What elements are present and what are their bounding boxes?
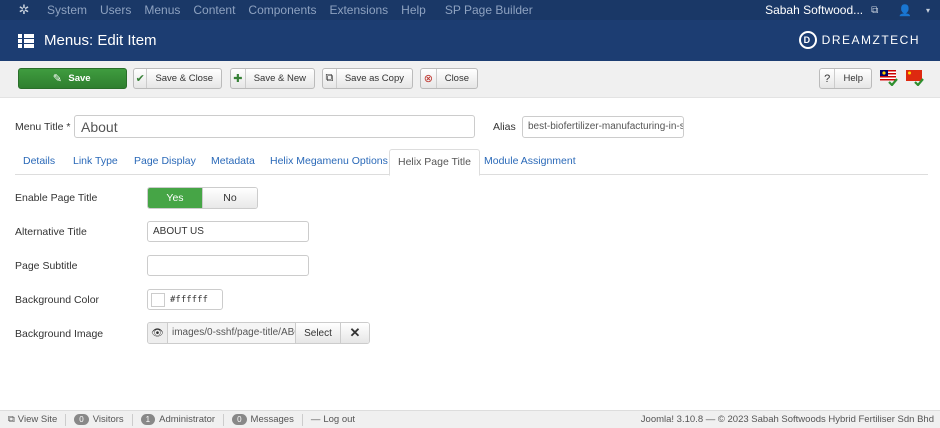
joomla-logo-icon[interactable]: ✲: [17, 2, 31, 17]
page-header: Menus: Edit Item D DREAMZTECH: [0, 20, 940, 61]
save-close-button[interactable]: ✔ Save & Close: [133, 68, 222, 89]
nav-menus[interactable]: Menus: [144, 3, 180, 17]
footer-copyright: Joomla! 3.10.8 — © 2023 Sabah Softwoods …: [640, 414, 934, 425]
nav-users[interactable]: Users: [100, 3, 131, 17]
edit-icon: ✎: [52, 73, 63, 85]
nav-sp-page-builder[interactable]: SP Page Builder: [445, 3, 533, 17]
list-icon: [18, 33, 34, 48]
site-name-link[interactable]: Sabah Softwood...: [765, 3, 863, 17]
external-link-icon: ⧉: [8, 414, 15, 425]
divider: [223, 413, 225, 426]
clear-image-button[interactable]: ✕: [340, 323, 369, 343]
nav-extensions[interactable]: Extensions: [329, 3, 388, 17]
minus-icon: —: [310, 414, 321, 425]
save-button[interactable]: ✎ Save: [18, 68, 127, 89]
tab-bar: Details Link Type Page Display Metadata …: [15, 149, 928, 176]
tab-helix-megamenu-options[interactable]: Helix Megamenu Options: [270, 149, 388, 175]
visitors-count-badge: 0: [74, 414, 89, 425]
question-icon: ?: [820, 69, 836, 88]
view-site-link[interactable]: ⧉ View Site: [8, 414, 57, 425]
divider: [65, 413, 67, 426]
menu-title-label: Menu Title *: [15, 121, 71, 133]
brand-logo: D DREAMZTECH: [798, 31, 920, 49]
divider: [301, 413, 303, 426]
enable-page-title-label: Enable Page Title: [15, 192, 98, 204]
tab-details[interactable]: Details: [23, 149, 55, 175]
save-copy-button[interactable]: ⧉ Save as Copy: [322, 68, 413, 89]
chevron-down-icon[interactable]: ▾: [926, 6, 930, 15]
check-icon: ✔: [134, 69, 148, 88]
logout-link[interactable]: — Log out: [311, 414, 355, 425]
close-button[interactable]: ⊗ Close: [420, 68, 478, 89]
china-flag-icon[interactable]: [906, 70, 924, 86]
nav-help[interactable]: Help: [401, 3, 426, 17]
plus-icon: ✚: [231, 69, 246, 88]
external-link-icon[interactable]: ⧉: [871, 5, 878, 16]
tab-page-display[interactable]: Page Display: [134, 149, 196, 175]
help-button[interactable]: ? Help: [819, 68, 872, 89]
alias-input[interactable]: best-biofertilizer-manufacturing-in-sa: [522, 116, 684, 138]
nav-components[interactable]: Components: [248, 3, 316, 17]
top-navbar: ✲ System Users Menus Content Components …: [0, 0, 940, 20]
close-icon: ✕: [349, 325, 361, 340]
divider: [131, 413, 133, 426]
background-image-label: Background Image: [15, 328, 104, 340]
brand-name: DREAMZTECH: [821, 33, 920, 47]
tab-module-assignment[interactable]: Module Assignment: [484, 149, 576, 175]
menu-title-input[interactable]: About: [74, 115, 475, 138]
alias-label: Alias: [493, 121, 516, 133]
page-subtitle-label: Page Subtitle: [15, 260, 78, 272]
copy-icon: ⧉: [323, 69, 337, 88]
background-color-label: Background Color: [15, 294, 100, 306]
messages-link[interactable]: 0 Messages: [232, 414, 294, 425]
tab-link-type[interactable]: Link Type: [73, 149, 118, 175]
toggle-no-button[interactable]: No: [202, 188, 257, 208]
background-image-field: 👁 images/0-sshf/page-title/ABOUT Select …: [147, 322, 370, 344]
page-title: Menus: Edit Item: [44, 32, 157, 49]
color-value: #ffffff: [170, 294, 208, 305]
toolbar: ✎ Save ✔ Save & Close ✚ Save & New ⧉ Sav…: [0, 61, 940, 98]
visitors-status: 0 Visitors: [74, 414, 124, 425]
toggle-yes-button[interactable]: Yes: [148, 188, 202, 208]
messages-count-badge: 0: [232, 414, 247, 425]
image-path-input[interactable]: images/0-sshf/page-title/ABOUT: [168, 323, 295, 343]
enable-page-title-toggle: Yes No: [147, 187, 258, 209]
background-color-picker[interactable]: #ffffff: [147, 289, 223, 310]
alternative-title-input[interactable]: ABOUT US: [147, 221, 309, 242]
alternative-title-label: Alternative Title: [15, 226, 87, 238]
save-new-button[interactable]: ✚ Save & New: [230, 68, 315, 89]
tab-metadata[interactable]: Metadata: [211, 149, 255, 175]
eye-icon[interactable]: 👁: [148, 323, 168, 343]
administrator-status: 1 Administrator: [140, 414, 215, 425]
status-bar: ⧉ View Site 0 Visitors 1 Administrator 0…: [0, 410, 940, 428]
user-icon[interactable]: 👤: [898, 4, 912, 17]
page-subtitle-input[interactable]: [147, 255, 309, 276]
nav-content[interactable]: Content: [193, 3, 235, 17]
nav-system[interactable]: System: [47, 3, 87, 17]
navbar-right: Sabah Softwood... ⧉ 👤 ▾: [765, 0, 940, 20]
tab-helix-page-title[interactable]: Helix Page Title: [389, 149, 480, 176]
close-circle-icon: ⊗: [421, 69, 437, 88]
admin-count-badge: 1: [140, 414, 156, 425]
dreamztech-logo-icon: D: [798, 31, 817, 49]
malaysia-flag-icon[interactable]: [880, 70, 898, 86]
color-swatch[interactable]: [151, 292, 165, 307]
select-image-button[interactable]: Select: [295, 323, 340, 343]
